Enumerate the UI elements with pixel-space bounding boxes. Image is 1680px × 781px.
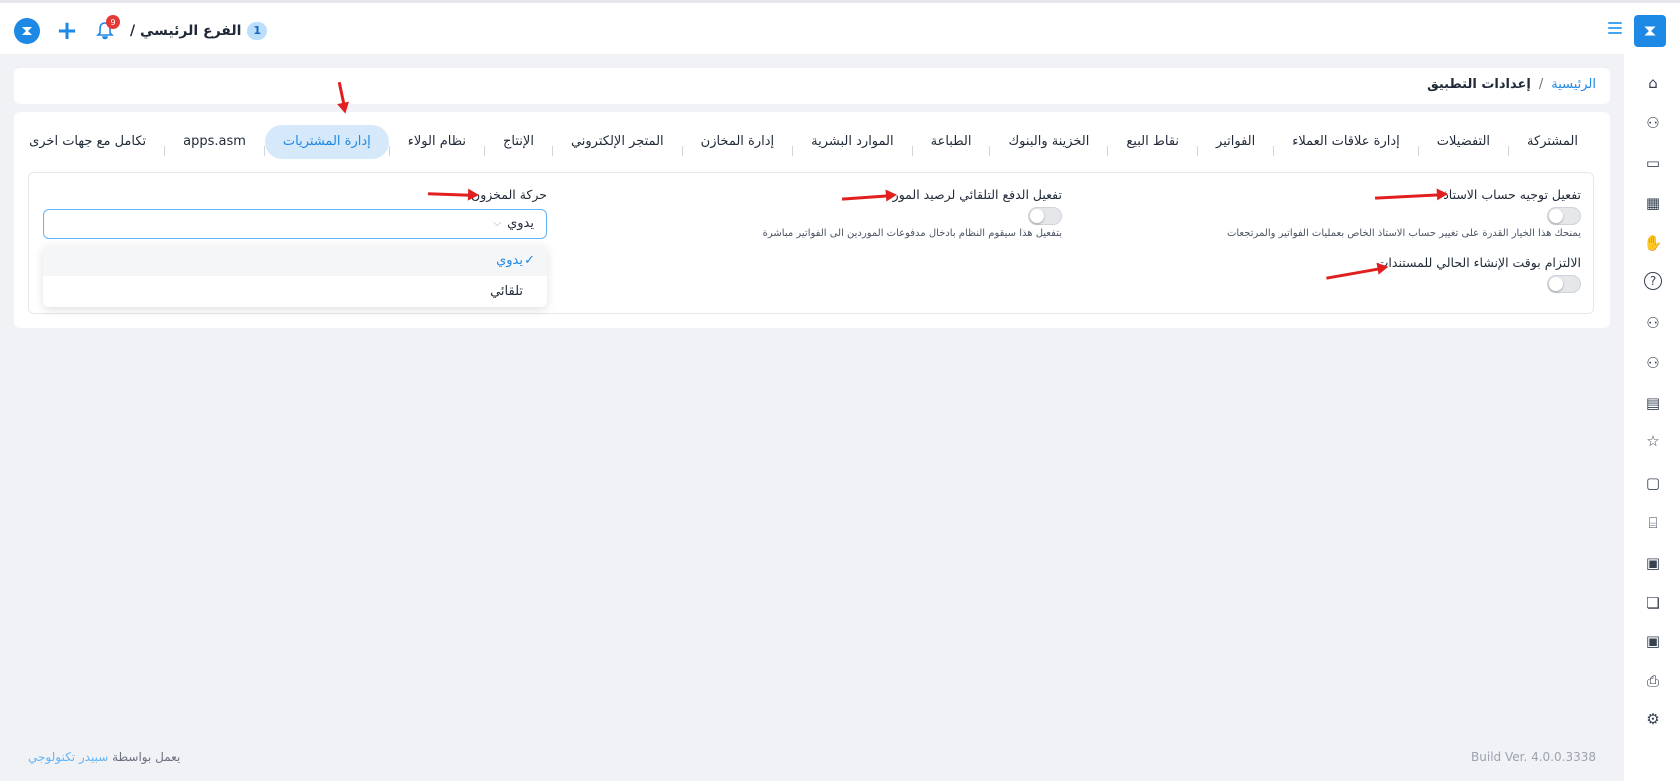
dropdown-option-manual[interactable]: ✓ يدوي: [43, 245, 547, 276]
supplier-account-help: يمنحك هذا الخيار القدرة على تغيير حساب ا…: [1226, 228, 1581, 239]
auto-payment-help: بتفعيل هذا سيقوم النظام بادخال مدفوعات ا…: [762, 228, 1062, 239]
branch-number: 1: [247, 22, 268, 40]
breadcrumb: الرئيسية / إعدادات التطبيق: [1427, 77, 1596, 92]
dropdown-option-auto[interactable]: تلقائي: [43, 276, 547, 307]
store-icon[interactable]: ⌸: [1642, 512, 1664, 534]
footer-build-version: Build Ver. 4.0.0.3338: [1471, 750, 1596, 764]
tab-6[interactable]: الطباعة: [913, 125, 990, 159]
users-gear-icon[interactable]: ⚇: [1642, 312, 1664, 334]
auto-payment-label: تفعيل الدفع التلقائي لرصيد المورد: [887, 187, 1062, 202]
tab-4[interactable]: نقاط البيع: [1108, 125, 1197, 159]
footer-powered-by: يعمل بواسطة سبيدر تكنولوجي: [28, 750, 180, 764]
notification-badge: 9: [106, 15, 120, 29]
document-time-toggle[interactable]: [1547, 275, 1581, 293]
supplier-account-toggle[interactable]: [1547, 207, 1581, 225]
tab-5[interactable]: الخزينة والبنوك: [990, 125, 1107, 159]
tab-8[interactable]: إدارة المخازن: [683, 125, 793, 159]
stock-movement-dropdown: ✓ يدوي تلقائي: [43, 245, 547, 307]
breadcrumb-card: الرئيسية / إعدادات التطبيق: [14, 68, 1610, 104]
tab-14[interactable]: تكامل مع جهات اخرى: [28, 125, 164, 159]
book-icon[interactable]: ▭: [1642, 152, 1664, 174]
id-card-icon[interactable]: ▣: [1642, 552, 1664, 574]
tab-12[interactable]: إدارة المشتريات: [264, 125, 389, 159]
tab-10[interactable]: الإنتاج: [485, 125, 552, 159]
users-gear-icon[interactable]: ⚇: [1642, 352, 1664, 374]
branch-name: الفرع الرئيسي /: [130, 23, 242, 39]
app-logo-icon[interactable]: [14, 18, 40, 44]
building-icon[interactable]: ▦: [1642, 192, 1664, 214]
settings-card: المشتركة التفضيلات إدارة علاقات العملاء الف…: [14, 112, 1610, 328]
tab-1[interactable]: التفضيلات: [1419, 125, 1508, 159]
tab-2[interactable]: إدارة علاقات العملاء: [1274, 125, 1418, 159]
tab-3[interactable]: الفواتير: [1198, 125, 1273, 159]
tab-0[interactable]: المشتركة: [1509, 125, 1596, 159]
settings-tabs: المشتركة التفضيلات إدارة علاقات العملاء الف…: [28, 124, 1596, 160]
chevron-down-icon: ⌵: [493, 218, 502, 229]
brand-logo-icon[interactable]: [1634, 15, 1666, 47]
option-label: تلقائي: [490, 284, 523, 299]
server-icon[interactable]: ▤: [1642, 392, 1664, 414]
hamburger-menu-icon[interactable]: [1608, 22, 1622, 36]
tab-7[interactable]: الموارد البشرية: [793, 125, 911, 159]
auto-payment-toggle[interactable]: [1028, 207, 1062, 225]
home-icon[interactable]: ⌂: [1642, 72, 1664, 94]
notification-button[interactable]: 9: [94, 15, 120, 43]
document-time-label: الالتزام بوقت الإنشاء الحالي للمستندات: [1376, 255, 1581, 270]
tab-separator: [263, 146, 265, 156]
add-icon[interactable]: +: [54, 18, 80, 44]
star-doc-icon[interactable]: ☆: [1642, 430, 1664, 452]
settings-panel: تفعيل توجيه حساب الاستاذ يمنحك هذا الخيا…: [28, 172, 1594, 314]
users-gear-icon[interactable]: ⚇: [1642, 112, 1664, 134]
help-icon[interactable]: ?: [1644, 272, 1662, 290]
breadcrumb-home-link[interactable]: الرئيسية: [1551, 77, 1596, 92]
robot-icon[interactable]: ⚙: [1642, 708, 1664, 730]
option-label: يدوي: [496, 253, 523, 268]
printer-icon[interactable]: ⎙: [1642, 670, 1664, 692]
footer-powered-prefix: يعمل بواسطة: [112, 750, 181, 764]
top-bar-left: + 9 1 الفرع الرئيسي /: [14, 15, 268, 45]
top-bar: + 9 1 الفرع الرئيسي /: [0, 0, 1680, 54]
stock-movement-value-wrap: يدوي ⌵: [494, 216, 535, 231]
branch-selector[interactable]: 1 الفرع الرئيسي /: [130, 22, 268, 40]
id-card-icon[interactable]: ▣: [1642, 630, 1664, 652]
tab-9[interactable]: المتجر الإلكتروني: [553, 125, 682, 159]
check-icon: ✓: [524, 253, 535, 268]
chat-money-icon[interactable]: ▢: [1642, 472, 1664, 494]
footer-brand-link[interactable]: سبيدر تكنولوجي: [28, 750, 108, 764]
stock-movement-value: يدوي: [507, 216, 534, 231]
breadcrumb-separator: /: [1538, 77, 1544, 92]
sidebar: ⌂ ⚇ ▭ ▦ ✋? ⚇ ⚇ ▤ ☆ ▢ ⌸ ▣ ❏ ▣ ⎙ ⚙: [1624, 54, 1680, 781]
breadcrumb-current: إعدادات التطبيق: [1427, 77, 1531, 92]
tab-11[interactable]: نظام الولاء: [390, 125, 484, 159]
doc-search-icon[interactable]: ❏: [1642, 592, 1664, 614]
stock-movement-select[interactable]: يدوي ⌵: [43, 209, 547, 239]
supplier-account-label: تفعيل توجيه حساب الاستاذ: [1443, 187, 1581, 202]
hand-money-icon[interactable]: ✋: [1642, 232, 1664, 254]
tab-13[interactable]: apps.asm: [165, 125, 264, 159]
stock-movement-label: حركة المخزون: [471, 187, 547, 202]
